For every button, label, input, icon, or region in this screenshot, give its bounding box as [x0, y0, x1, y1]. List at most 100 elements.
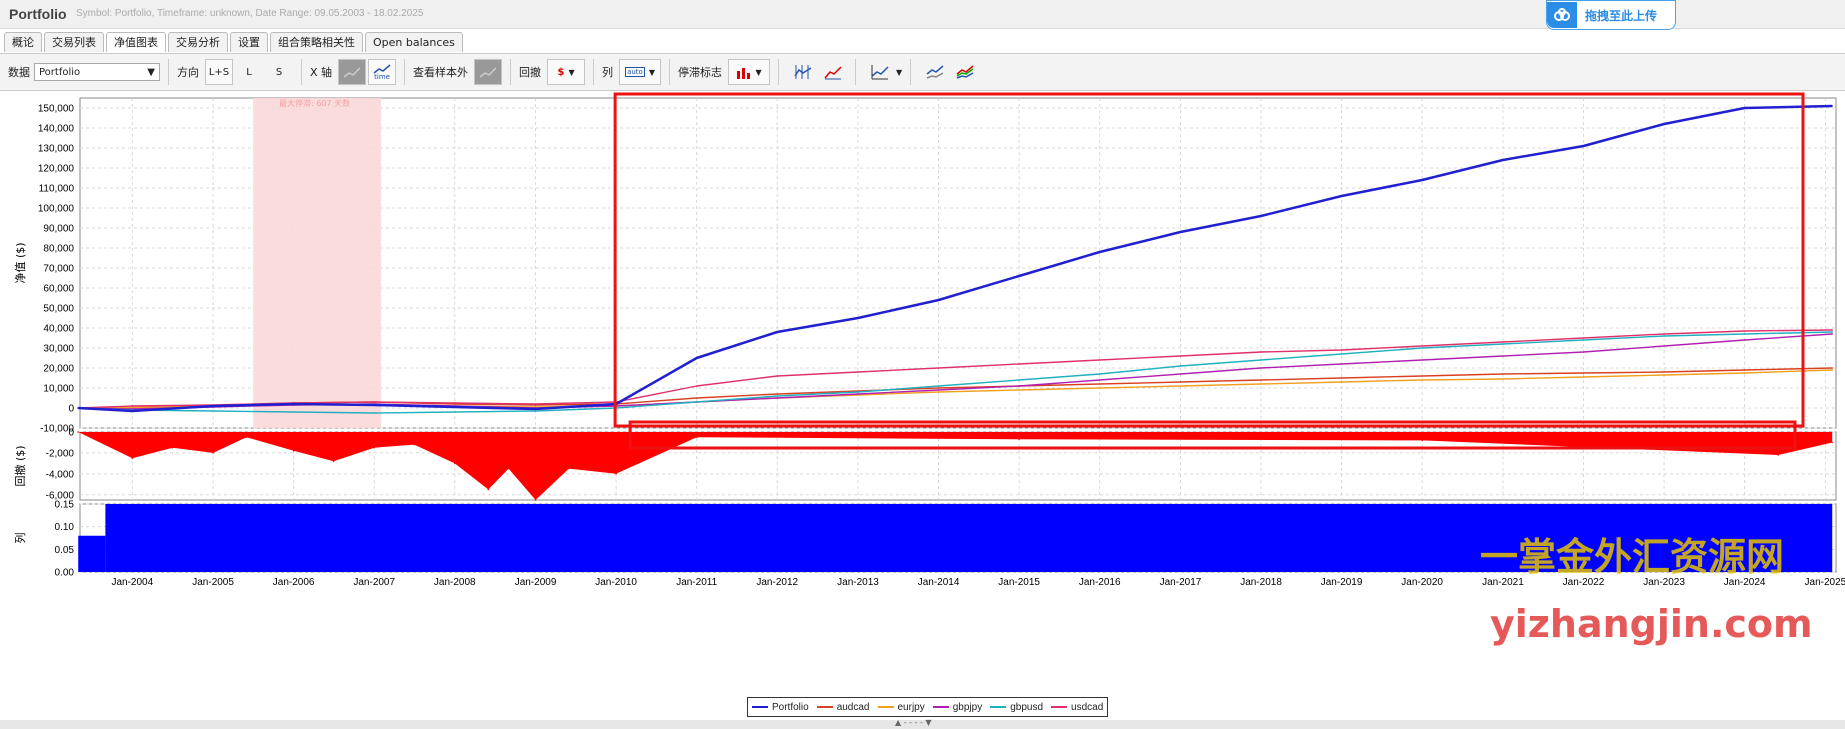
data-select[interactable]: Portfolio ▼ [34, 63, 160, 81]
data-point [131, 405, 134, 407]
oos-toggle-button[interactable] [474, 59, 503, 85]
data-point [1582, 372, 1585, 374]
y-tick-label: 50,000 [43, 304, 74, 315]
data-point [695, 357, 698, 359]
y-tick-label: 120,000 [38, 164, 75, 175]
portfolio-chart-button[interactable] [951, 59, 979, 85]
y-tick-label: -2,000 [46, 448, 75, 459]
direction-l-button[interactable]: L [235, 59, 263, 85]
data-point [1421, 379, 1423, 381]
tab-5[interactable]: 组合策略相关性 [270, 32, 363, 52]
legend-item: eurjpy [877, 702, 925, 713]
dropdown-arrow-icon: ▼ [648, 67, 655, 77]
data-point [1502, 378, 1504, 380]
data-point [937, 391, 940, 393]
y-tick-label: 70,000 [43, 264, 74, 275]
y-tick-label: 110,000 [39, 184, 75, 195]
data-point [1421, 179, 1423, 181]
legend-label: Portfolio [772, 701, 809, 713]
data-point [1098, 373, 1101, 375]
bar-chart-icon [737, 68, 751, 79]
data-point [1098, 359, 1101, 361]
x-tick-label: Jan-2020 [1401, 577, 1443, 588]
direction-ls-button[interactable]: L+S [205, 59, 233, 85]
dropdown-arrow-icon[interactable]: ▼ [896, 68, 902, 77]
data-point [487, 488, 490, 491]
y-tick-label: 60,000 [43, 284, 74, 295]
data-point [534, 410, 537, 412]
splitter-grip-icon: ▲ - - - - ▼ [895, 718, 932, 727]
legend-label: usdcad [1071, 701, 1104, 713]
app-title: Portfolio [9, 6, 67, 22]
time-label: time [374, 72, 390, 81]
data-label: 数据 [8, 66, 30, 79]
stagnation-select[interactable]: ▼ [728, 59, 771, 85]
data-point [1831, 367, 1833, 369]
line-chart-icon [926, 65, 944, 79]
tab-bar: 概论 交易列表 净值图表 交易分析 设置 组合策略相关性 Open balances [0, 32, 463, 52]
split-chart-button[interactable] [789, 59, 817, 85]
data-point [937, 367, 940, 369]
y-tick-label: 20,000 [43, 364, 74, 375]
legend-item: audcad [816, 702, 870, 713]
bar-segment [78, 535, 106, 572]
data-point [1098, 379, 1101, 381]
x-tick-label: Jan-2016 [1079, 577, 1121, 588]
splitter-bar[interactable]: ▲ - - - - ▼ [0, 718, 1845, 729]
columns-select[interactable]: auto ▼ [619, 59, 662, 85]
toolbar: 数据 Portfolio ▼ 方向 L+S L S X 轴 time 查看样本外… [0, 53, 1845, 91]
data-point [1340, 195, 1343, 197]
stagnation-highlight [253, 98, 382, 428]
direction-s-button[interactable]: S [265, 59, 293, 85]
line-chart-icon [871, 65, 889, 80]
data-point [131, 410, 134, 412]
data-point [1179, 365, 1182, 367]
drawdown-select[interactable]: $ ▼ [547, 59, 586, 85]
data-point [857, 391, 859, 393]
x-tick-label: Jan-2008 [434, 577, 476, 588]
x-tick-label: Jan-2006 [273, 577, 315, 588]
line-chart-icon [479, 67, 497, 78]
tab-6[interactable]: Open balances [365, 32, 463, 52]
data-point [1831, 441, 1833, 444]
x-tick-label: Jan-2019 [1321, 577, 1363, 588]
data-point [1098, 383, 1101, 385]
data-point [857, 371, 859, 373]
data-point [1831, 333, 1833, 335]
x-tick-label: Jan-2011 [676, 577, 717, 588]
data-point [131, 457, 134, 460]
data-point [1260, 379, 1262, 381]
legend-swatch [877, 706, 894, 708]
data-point [1743, 107, 1746, 109]
tab-0[interactable]: 概论 [4, 32, 42, 52]
tab-1[interactable]: 交易列表 [44, 32, 104, 52]
legend-label: gbpjpy [952, 701, 983, 713]
data-point [1179, 231, 1182, 233]
data-point [937, 299, 940, 301]
data-point [1743, 330, 1746, 332]
tab-3[interactable]: 交易分析 [168, 32, 228, 52]
compare-chart-button[interactable] [921, 59, 949, 85]
equity-chart-button[interactable] [819, 59, 847, 85]
data-point [1421, 439, 1423, 442]
data-point [1663, 333, 1665, 335]
data-point [1260, 351, 1262, 353]
upload-button[interactable]: 拖拽至此上传 [1546, 0, 1676, 30]
x-tick-label: Jan-2017 [1160, 577, 1202, 588]
y-tick-label: 130,000 [38, 144, 75, 155]
x-axis-trades-button[interactable] [338, 59, 367, 85]
tab-4[interactable]: 设置 [230, 32, 268, 52]
data-point [1340, 353, 1343, 355]
tab-2[interactable]: 净值图表 [106, 32, 166, 52]
data-point [1421, 375, 1423, 377]
data-point [1663, 123, 1665, 125]
multi-line-chart-icon [794, 65, 812, 79]
data-point [857, 393, 859, 395]
x-axis-time-button[interactable]: time [368, 59, 397, 85]
data-point [1743, 372, 1746, 374]
data-point [212, 410, 214, 412]
data-point [1018, 389, 1020, 391]
legend-item: Portfolio [752, 702, 809, 713]
cloud-upload-icon [1547, 2, 1577, 28]
chart-type-button[interactable] [866, 59, 894, 85]
